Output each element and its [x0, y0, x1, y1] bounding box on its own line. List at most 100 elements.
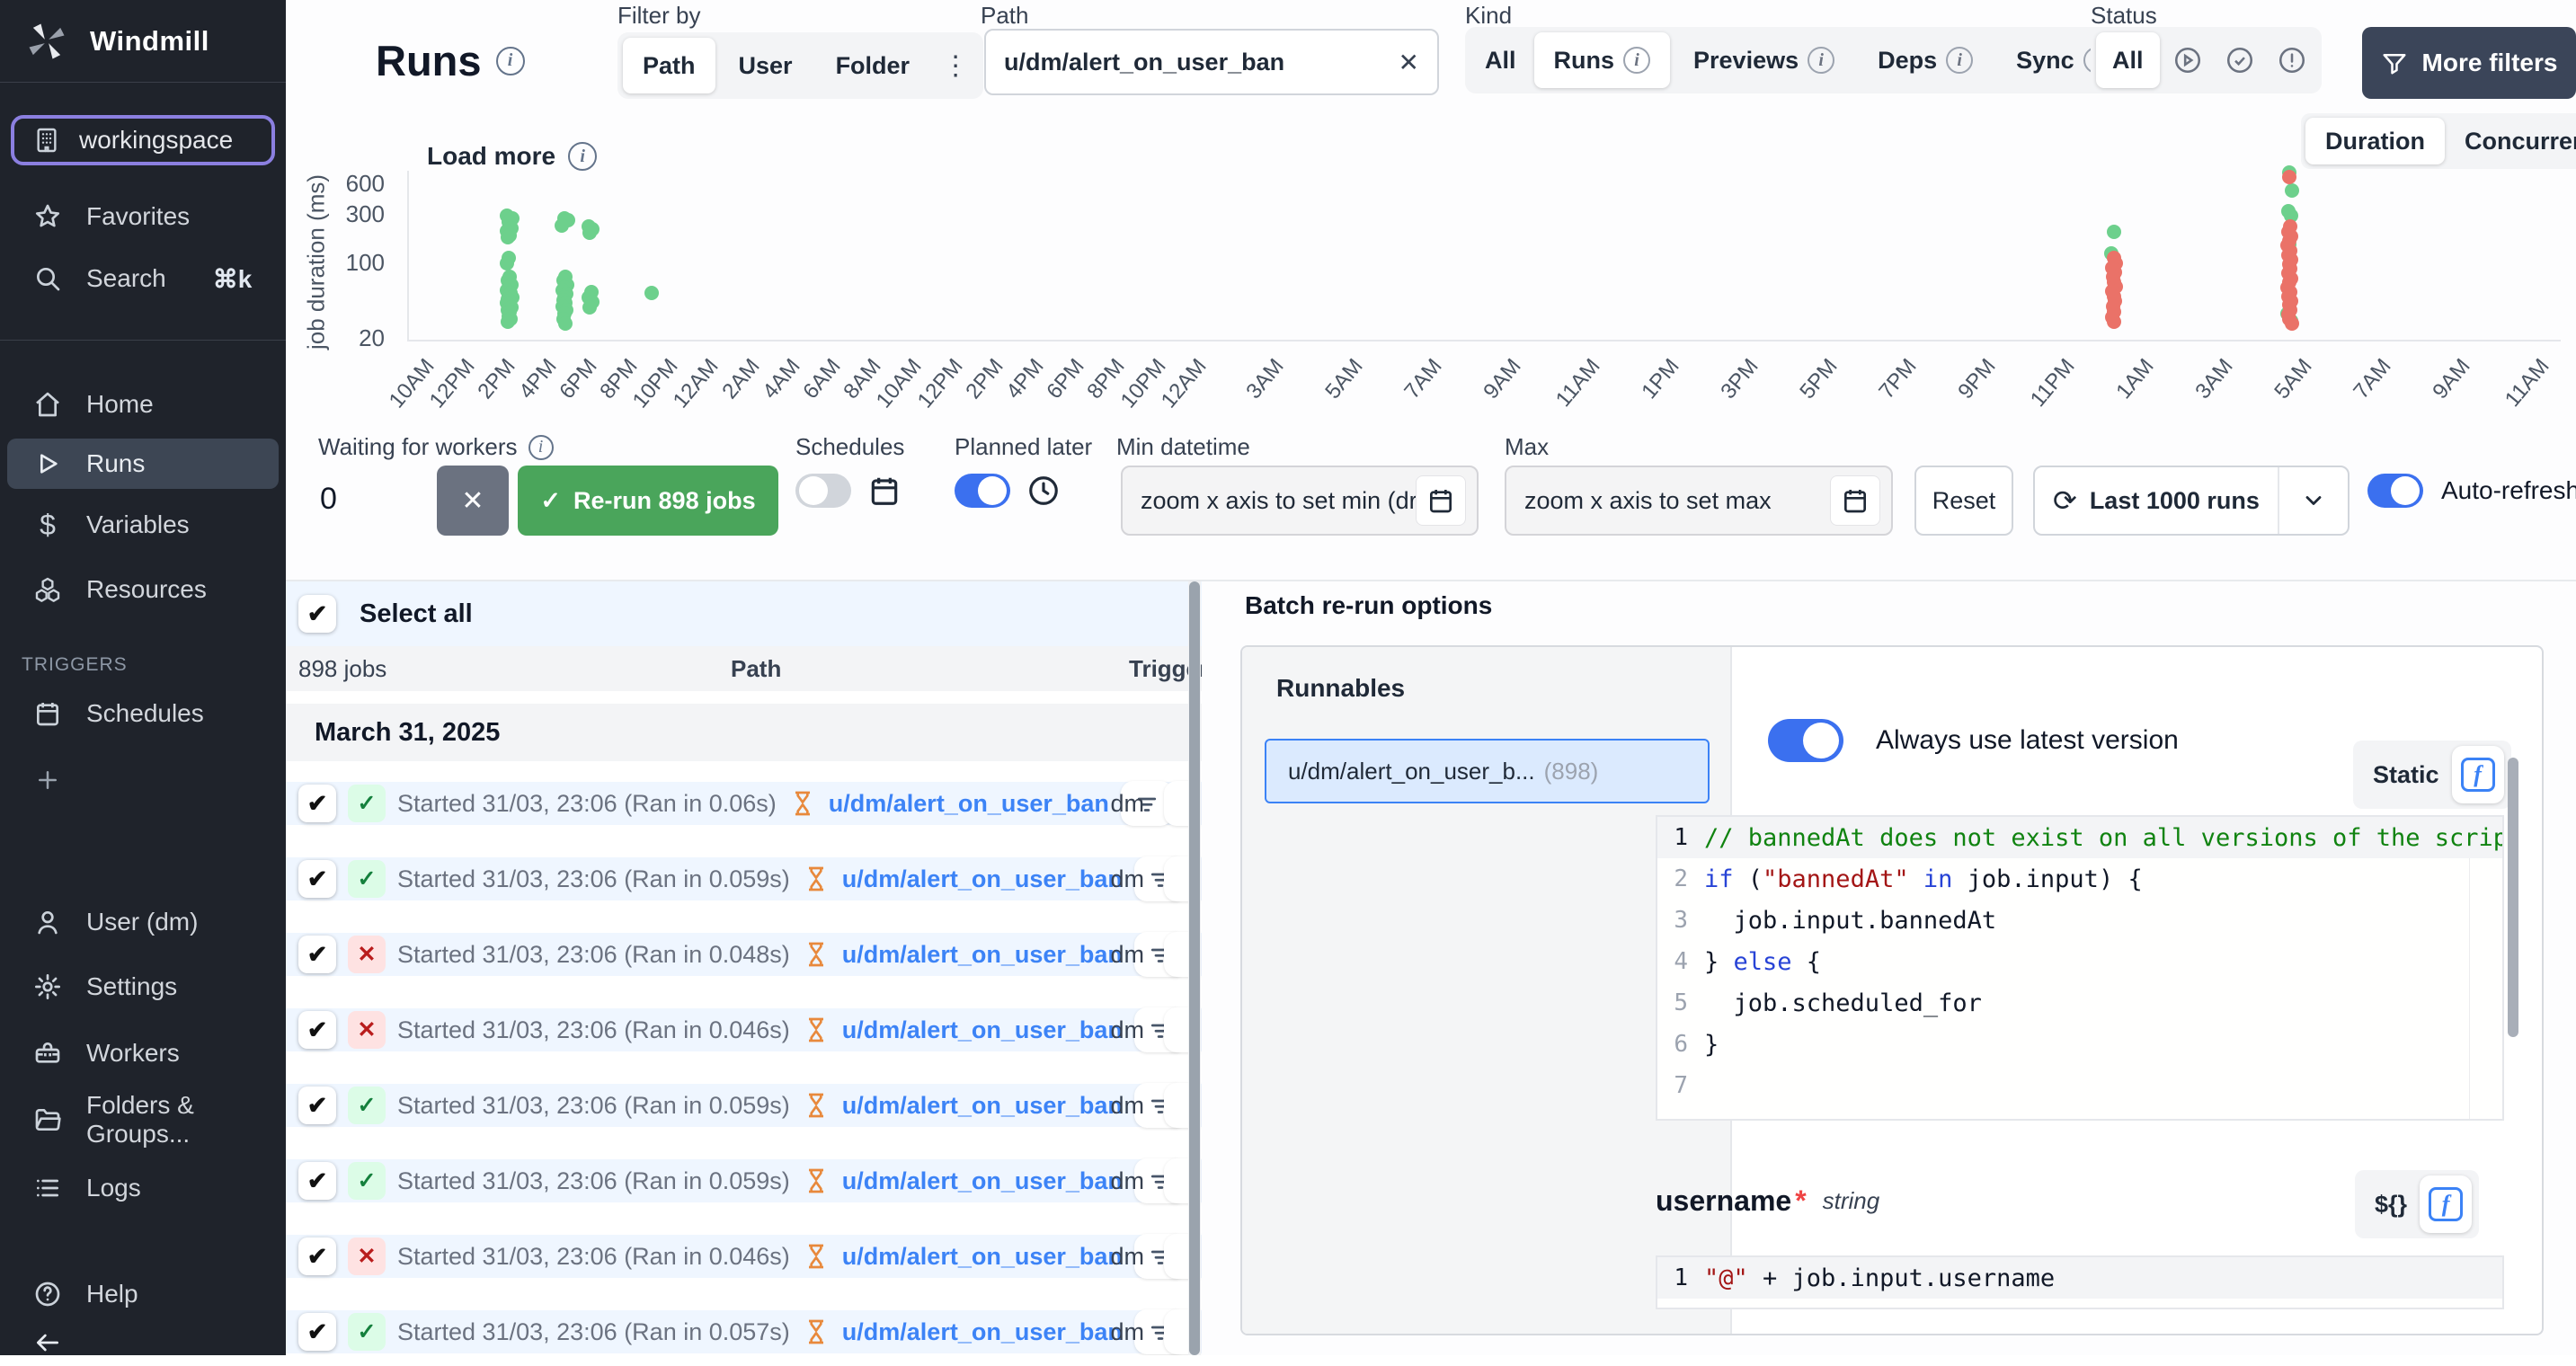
- sidebar-item-search[interactable]: Search ⌘k: [0, 255, 286, 302]
- planned-later-toggle[interactable]: [955, 474, 1010, 508]
- row-path-link[interactable]: u/dm/alert_on_user_ban: [842, 1167, 1123, 1195]
- row-path-link[interactable]: u/dm/alert_on_user_ban: [842, 1243, 1123, 1271]
- table-row[interactable]: ✔✕Started 31/03, 23:06 (Ran in 0.046s)u/…: [286, 1235, 1202, 1278]
- scatter-point-failure[interactable]: [2282, 170, 2296, 184]
- sidebar-item-home[interactable]: Home: [0, 381, 286, 428]
- status-segment-all[interactable]: All: [2096, 32, 2160, 88]
- cancel-selection-button[interactable]: ✕: [437, 466, 509, 536]
- runnable-item[interactable]: u/dm/alert_on_user_b... (898): [1265, 739, 1710, 803]
- code-line[interactable]: 1// bannedAt does not exist on all versi…: [1657, 817, 2502, 858]
- scatter-point-failure[interactable]: [2107, 315, 2121, 329]
- row-path-link[interactable]: u/dm/alert_on_user_ban: [842, 1016, 1123, 1044]
- sidebar-item-folders[interactable]: Folders & Groups...: [0, 1096, 286, 1143]
- static-mode-option[interactable]: Static: [2360, 761, 2439, 789]
- min-calendar-button[interactable]: [1416, 475, 1466, 526]
- sidebar-item-schedules[interactable]: Schedules: [0, 690, 286, 737]
- row-checkbox[interactable]: ✔: [298, 936, 336, 973]
- row-checkbox[interactable]: ✔: [298, 785, 336, 822]
- path-filter-input[interactable]: [1004, 49, 1399, 76]
- scatter-point-success[interactable]: [500, 256, 514, 271]
- table-row[interactable]: ✔✓Started 31/03, 23:06 (Ran in 0.06s)u/d…: [286, 782, 1202, 825]
- code-line[interactable]: 3 job.input.bannedAt: [1657, 900, 2502, 941]
- code-line[interactable]: 2if ("bannedAt" in job.input) {: [1657, 858, 2502, 900]
- scatter-point-success[interactable]: [582, 226, 597, 240]
- rerun-jobs-button[interactable]: ✓ Re-run 898 jobs: [518, 466, 778, 536]
- load-more-button[interactable]: Load more i: [427, 142, 597, 171]
- row-checkbox[interactable]: ✔: [298, 1162, 336, 1200]
- table-row[interactable]: ✔✓Started 31/03, 23:06 (Ran in 0.059s)u/…: [286, 1084, 1202, 1127]
- table-row[interactable]: ✔✓Started 31/03, 23:06 (Ran in 0.059s)u/…: [286, 857, 1202, 900]
- filter-segment-user[interactable]: User: [719, 38, 813, 93]
- sidebar-item-favorites[interactable]: Favorites: [0, 193, 286, 240]
- sidebar-item-settings[interactable]: Settings: [0, 963, 286, 1010]
- filter-more-menu[interactable]: ⋮: [933, 50, 978, 82]
- table-row[interactable]: ✔✕Started 31/03, 23:06 (Ran in 0.048s)u/…: [286, 933, 1202, 976]
- reset-button[interactable]: Reset: [1914, 466, 2013, 536]
- scatter-point-success[interactable]: [2285, 183, 2299, 198]
- filter-segment-path[interactable]: Path: [623, 38, 715, 93]
- row-checkbox[interactable]: ✔: [298, 860, 336, 898]
- sidebar-collapse-button[interactable]: [0, 1319, 286, 1366]
- row-path-link[interactable]: u/dm/alert_on_user_ban: [842, 941, 1123, 969]
- status-segment-running[interactable]: [2163, 32, 2212, 88]
- scatter-point-success[interactable]: [644, 286, 659, 300]
- scatter-point-success[interactable]: [558, 316, 573, 331]
- filter-segment-folder[interactable]: Folder: [816, 38, 930, 93]
- bannedat-code-editor[interactable]: 1// bannedAt does not exist on all versi…: [1656, 815, 2504, 1121]
- schedules-toggle[interactable]: [795, 474, 851, 508]
- max-datetime-input[interactable]: [1524, 487, 1830, 515]
- code-line[interactable]: 6}: [1657, 1024, 2502, 1065]
- code-line[interactable]: 4} else {: [1657, 941, 2502, 982]
- scatter-point-success[interactable]: [2107, 225, 2121, 239]
- more-filters-button[interactable]: More filters: [2362, 27, 2576, 99]
- sidebar-item-workers[interactable]: Workers: [0, 1030, 286, 1077]
- row-path-link[interactable]: u/dm/alert_on_user_ban: [829, 790, 1109, 818]
- row-checkbox[interactable]: ✔: [298, 1087, 336, 1124]
- sidebar-item-user[interactable]: User (dm): [0, 899, 286, 945]
- last-runs-chevron-button[interactable]: [2278, 467, 2348, 534]
- scatter-point-success[interactable]: [582, 300, 597, 315]
- sidebar-add-trigger-button[interactable]: [0, 757, 286, 803]
- panel-scrollbar[interactable]: [2508, 758, 2518, 1037]
- template-mode-option[interactable]: ${}: [2362, 1191, 2407, 1219]
- status-segment-failure[interactable]: [2268, 32, 2316, 88]
- table-row[interactable]: ✔✓Started 31/03, 23:06 (Ran in 0.059s)u/…: [286, 1159, 1202, 1202]
- sidebar-item-resources[interactable]: Resources: [0, 566, 286, 613]
- row-path-link[interactable]: u/dm/alert_on_user_ban: [842, 865, 1123, 893]
- select-all-checkbox[interactable]: ✔: [298, 595, 336, 633]
- runs-info-icon[interactable]: i: [496, 47, 525, 75]
- row-checkbox[interactable]: ✔: [298, 1237, 336, 1275]
- min-datetime-input[interactable]: [1141, 487, 1416, 515]
- table-scrollbar[interactable]: [1188, 581, 1201, 1355]
- table-row[interactable]: ✔✓Started 31/03, 23:06 (Ran in 0.057s)u/…: [286, 1310, 1202, 1353]
- code-line[interactable]: 5 job.scheduled_for: [1657, 982, 2502, 1024]
- auto-refresh-toggle[interactable]: [2367, 474, 2423, 508]
- sidebar-item-logs[interactable]: Logs: [0, 1165, 286, 1211]
- scatter-point-success[interactable]: [501, 315, 515, 329]
- kind-segment-deps[interactable]: Depsi: [1858, 32, 1993, 88]
- table-row[interactable]: ✔✕Started 31/03, 23:06 (Ran in 0.046s)u/…: [286, 1008, 1202, 1051]
- kind-segment-all[interactable]: All: [1470, 32, 1531, 88]
- tab-duration[interactable]: Duration: [2305, 118, 2445, 164]
- row-checkbox[interactable]: ✔: [298, 1011, 336, 1049]
- row-path-link[interactable]: u/dm/alert_on_user_ban: [842, 1318, 1123, 1346]
- kind-segment-previews[interactable]: Previewsi: [1674, 32, 1854, 88]
- scatter-point-success[interactable]: [501, 230, 515, 244]
- code-line[interactable]: 1"@" + job.input.username: [1657, 1257, 2502, 1299]
- workspace-switcher[interactable]: workingspace: [11, 115, 275, 165]
- username-code-editor[interactable]: 1"@" + job.input.username: [1656, 1255, 2504, 1309]
- always-latest-toggle[interactable]: [1768, 719, 1843, 762]
- sidebar-item-help[interactable]: Help: [0, 1271, 286, 1317]
- kind-segment-runs[interactable]: Runsi: [1534, 32, 1671, 88]
- status-segment-success[interactable]: [2216, 32, 2264, 88]
- sidebar-item-runs[interactable]: Runs: [7, 439, 279, 489]
- bannedat-function-mode-button[interactable]: f: [2452, 746, 2504, 803]
- code-line[interactable]: 7: [1657, 1065, 2502, 1106]
- username-function-mode-button[interactable]: f: [2420, 1175, 2472, 1233]
- last-runs-button[interactable]: ⟳ Last 1000 runs: [2035, 467, 2278, 534]
- tab-concurrency[interactable]: Concurrency: [2445, 118, 2576, 164]
- row-path-link[interactable]: u/dm/alert_on_user_ban: [842, 1092, 1123, 1120]
- max-calendar-button[interactable]: [1830, 475, 1880, 526]
- clear-path-icon[interactable]: ✕: [1399, 48, 1419, 77]
- scatter-point-failure[interactable]: [2285, 316, 2299, 331]
